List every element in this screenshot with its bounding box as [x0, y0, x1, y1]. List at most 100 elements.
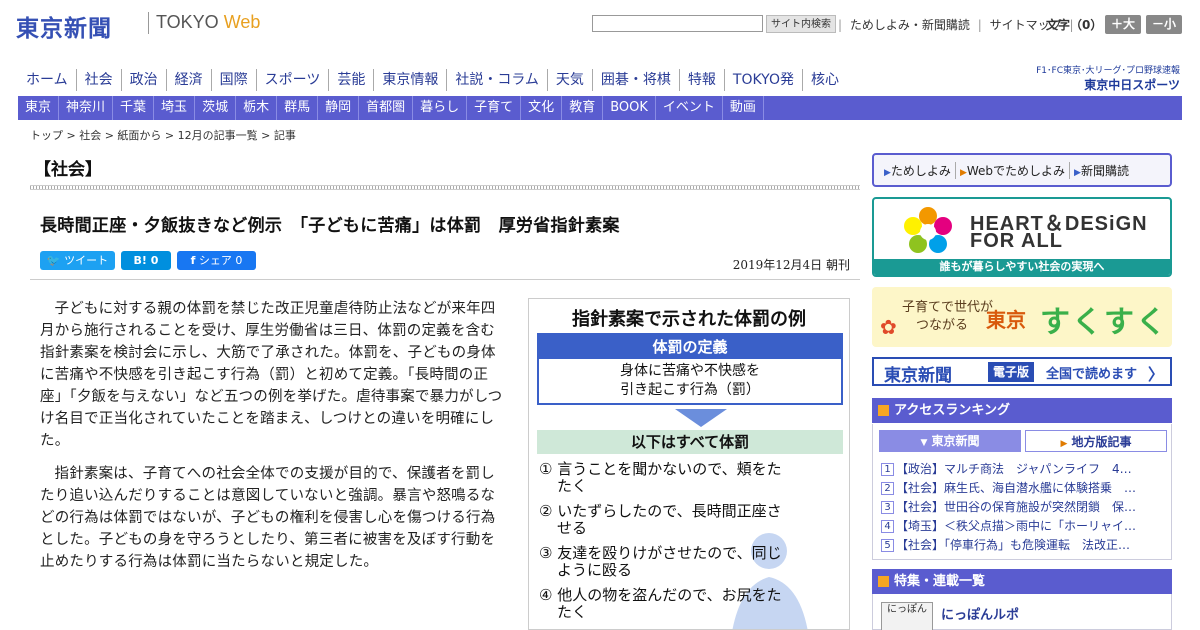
tokyo-sukusuku-banner[interactable]: ✿ 子育てで世代が つながる 東京 すくすく	[872, 287, 1172, 347]
denshi-badge: 電子版	[988, 362, 1035, 382]
digital-edition-banner[interactable]: 東京新聞 電子版 全国で読めます 〉	[872, 357, 1172, 386]
sub-nav-item[interactable]: BOOK	[603, 96, 656, 120]
main-nav-item[interactable]: 社説・コラム	[446, 69, 547, 91]
rank-number: 5	[881, 539, 894, 552]
sub-nav-item[interactable]: 群馬	[277, 96, 319, 120]
example-item: ③ 友達を殴りけがさせたので、同じ ように殴る	[539, 545, 839, 579]
sub-nav-item[interactable]: 神奈川	[59, 96, 114, 120]
sub-nav-item[interactable]: 暮らし	[413, 96, 468, 120]
ranking-item[interactable]: 4 【埼玉】＜秩父点描＞雨中に「ホーリャイ…	[881, 517, 1167, 536]
section-divider	[30, 185, 860, 190]
site-header: 東京新聞 TOKYO Web サイト内検索 | ためしよみ・新聞購読 | サイト…	[0, 0, 1200, 60]
main-nav-item[interactable]: 天気	[546, 69, 592, 91]
ranking-item[interactable]: 1 【政治】マルチ商法 ジャパンライフ 4…	[881, 460, 1167, 479]
punishment-infographic[interactable]: 指針素案で示された体罰の例 体罰の定義 身体に苦痛や不快感を 引き起こす行為（罰…	[528, 298, 850, 630]
trial-subscribe-link[interactable]: ためしよみ・新聞購読	[848, 18, 972, 32]
ranking-item[interactable]: 3 【社会】世田谷の保育施設が突然閉鎖 保…	[881, 498, 1167, 517]
nippon-rupo-thumbnail[interactable]: にっぽん	[881, 602, 933, 630]
main-nav-item[interactable]: ホーム	[18, 69, 76, 91]
all-punishment-heading: 以下はすべて体罰	[537, 430, 843, 454]
sukusuku-line1: 子育てで世代が	[902, 300, 994, 315]
facebook-share-button[interactable]: f シェア 0	[177, 251, 256, 270]
logo-tokyo-web[interactable]: TOKYO Web	[156, 12, 260, 33]
trial-link[interactable]: ▶ためしよみ	[880, 161, 956, 179]
main-nav-item[interactable]: 核心	[801, 69, 847, 91]
tab-label: 地方版記事	[1071, 435, 1132, 449]
search-button[interactable]: サイト内検索	[766, 15, 836, 33]
sub-nav-item[interactable]: 埼玉	[154, 96, 196, 120]
sub-nav-item[interactable]: 首都圏	[359, 96, 414, 120]
example-item: ② いたずらしたので、長時間正座さ せる	[539, 503, 839, 537]
definition-heading: 体罰の定義	[539, 335, 841, 359]
breadcrumb[interactable]: トップ > 社会 > 紙面から > 12月の記事一覧 > 記事	[30, 127, 296, 143]
ranking-list: 1 【政治】マルチ商法 ジャパンライフ 4… 2 【社会】麻生氏、海自潜水艦に体験搭乗…	[881, 460, 1167, 555]
article-rule	[30, 279, 860, 280]
ranking-title: 【政治】マルチ商法 ジャパンライフ 4…	[896, 462, 1132, 476]
ranking-item[interactable]: 2 【社会】麻生氏、海自潜水艦に体験搭乗 …	[881, 479, 1167, 498]
sub-nav-item[interactable]: 静岡	[318, 96, 360, 120]
subscribe-link[interactable]: ▶新聞購読	[1070, 162, 1133, 179]
main-nav-item[interactable]: 国際	[210, 69, 256, 91]
font-smaller-button[interactable]: －小	[1146, 15, 1182, 34]
tweet-label: ツイート	[64, 254, 109, 267]
search-input[interactable]	[592, 15, 763, 32]
main-nav-item[interactable]: 社会	[75, 69, 121, 91]
trial-label: ためしよみ	[890, 163, 951, 178]
main-nav-item[interactable]: 芸能	[328, 69, 373, 91]
example-item: ④ 他人の物を盗んだので、お尻をた たく	[539, 587, 839, 621]
ranking-title: 【社会】「停車行為」も危険運転 法改正…	[896, 538, 1131, 552]
logo-divider	[148, 12, 149, 34]
tab-tokyo-shimbun[interactable]: ▼ 東京新聞	[879, 430, 1021, 452]
main-nav-item[interactable]: 特報	[678, 69, 724, 91]
sub-nav-item[interactable]: 子育て	[467, 96, 522, 120]
example-line: ように殴る	[557, 561, 633, 579]
article-paragraph: 子どもに対する親の体罰を禁じた改正児童虐待防止法などが来年四月から施行されること…	[40, 301, 503, 449]
square-bullet-icon	[878, 405, 889, 416]
article-headline: 長時間正座・夕飯抜きなど例示 「子どもに苦痛」は体罰 厚労省指針素案	[40, 216, 620, 236]
sukusuku-tokyo: 東京	[986, 308, 1026, 332]
main-nav-item[interactable]: 囲碁・将棋	[591, 69, 679, 91]
web-trial-link[interactable]: ▶Webでためしよみ	[956, 161, 1071, 179]
ranking-title: 【埼玉】＜秩父点描＞雨中に「ホーリャイ…	[896, 519, 1137, 533]
main-nav-item[interactable]: スポーツ	[255, 69, 329, 91]
chunichi-sports-banner[interactable]: F1･FC東京･大リーグ･プロ野球速報 東京中日スポーツ	[1022, 63, 1180, 93]
triangle-down-icon: ▼	[920, 438, 928, 448]
example-line: ② いたずらしたので、長時間正座さ	[539, 502, 782, 520]
rank-number: 2	[881, 482, 894, 495]
sub-nav-item[interactable]: 教育	[562, 96, 604, 120]
ranking-item[interactable]: 5 【社会】「停車行為」も危険運転 法改正…	[881, 536, 1167, 555]
tab-local-edition[interactable]: ▶ 地方版記事	[1025, 430, 1167, 452]
example-line: ① 言うことを聞かないので、頬をた	[539, 460, 782, 478]
main-nav-item[interactable]: 政治	[120, 69, 166, 91]
main-nav-item[interactable]: TOKYO発	[723, 69, 802, 91]
main-nav-item[interactable]: 経済	[165, 69, 211, 91]
sub-nav-item[interactable]: 栃木	[236, 96, 278, 120]
hatena-bookmark-button[interactable]: B! 0	[121, 251, 171, 270]
chunichi-logo-text: 東京中日スポーツ	[1084, 78, 1180, 92]
site-logo[interactable]: 東京新聞	[16, 9, 112, 43]
sub-nav-item[interactable]: イベント	[656, 96, 723, 120]
example-line: たく	[557, 477, 588, 495]
triangle-right-icon: ▶	[1074, 167, 1081, 178]
font-larger-button[interactable]: ＋大	[1105, 15, 1141, 34]
down-arrow-icon	[675, 409, 727, 427]
sub-nav-item[interactable]: 動画	[723, 96, 764, 120]
rank-number: 3	[881, 501, 894, 514]
graphic-title: 指針素案で示された体罰の例	[572, 309, 806, 330]
web-trial-label: Webでためしよみ	[966, 163, 1066, 178]
sub-nav-item[interactable]: 文化	[521, 96, 563, 120]
rank-number: 1	[881, 463, 894, 476]
subscription-links-bar: ▶ためしよみ ▶Webでためしよみ ▶新聞購読	[872, 153, 1172, 187]
access-ranking-header: アクセスランキング	[872, 398, 1172, 423]
sukusuku-line2: つながる	[916, 318, 969, 333]
heart-footer: 誰もが暮らしやすい社会の実現へ	[874, 259, 1170, 275]
main-nav-item[interactable]: 東京情報	[373, 69, 446, 91]
sub-nav-item[interactable]: 東京	[18, 96, 60, 120]
sub-nav-item[interactable]: 茨城	[195, 96, 237, 120]
rank-number: 4	[881, 520, 894, 533]
definition-box: 体罰の定義 身体に苦痛や不快感を 引き起こす行為（罰）	[537, 333, 843, 405]
sub-nav-item[interactable]: 千葉	[113, 96, 155, 120]
tweet-button[interactable]: 🐦 ツイート	[40, 251, 115, 270]
heart-design-banner[interactable]: HEART＆DESiGN FOR ALL 誰もが暮らしやすい社会の実現へ	[872, 197, 1172, 277]
nippon-rupo-link[interactable]: にっぽんルポ	[941, 604, 1019, 623]
